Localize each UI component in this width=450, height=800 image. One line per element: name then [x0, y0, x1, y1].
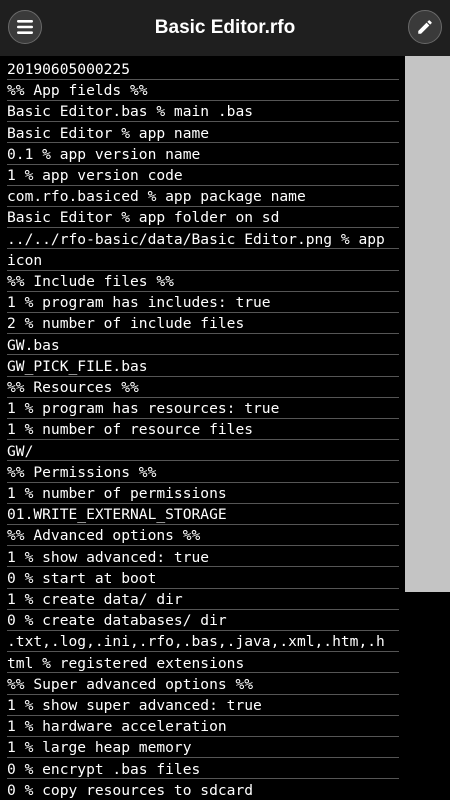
- editor-line[interactable]: .txt,.log,.ini,.rfo,.bas,.java,.xml,.htm…: [7, 631, 399, 652]
- editor-line[interactable]: Basic Editor % app folder on sd: [7, 207, 399, 228]
- hamburger-menu-icon: [17, 20, 33, 34]
- editor-line[interactable]: GW.bas: [7, 335, 399, 356]
- editor-line[interactable]: %% Advanced options %%: [7, 525, 399, 546]
- editor-line[interactable]: 1 % program has includes: true: [7, 292, 399, 313]
- editor-line[interactable]: %% Super advanced options %%: [7, 674, 399, 695]
- scrollbar-thumb[interactable]: [405, 56, 450, 592]
- editor-line[interactable]: %% Include files %%: [7, 271, 399, 292]
- editor-line[interactable]: 1 % program has resources: true: [7, 398, 399, 419]
- editor-line[interactable]: 1 % number of resource files: [7, 419, 399, 440]
- editor-line[interactable]: %% App fields %%: [7, 80, 399, 101]
- page-title: Basic Editor.rfo: [154, 17, 296, 38]
- editor-line[interactable]: 20190605000225: [7, 59, 399, 80]
- editor-line[interactable]: GW/: [7, 441, 399, 462]
- editor-line[interactable]: 1 % hardware acceleration: [7, 716, 399, 737]
- app-screen: Basic Editor.rfo 20190605000225%% App fi…: [0, 0, 450, 800]
- pencil-icon: [418, 20, 432, 34]
- editor-line[interactable]: icon: [7, 250, 399, 271]
- app-bar: Basic Editor.rfo: [0, 0, 450, 56]
- editor-line[interactable]: 1 % number of permissions: [7, 483, 399, 504]
- editor-line[interactable]: %% Permissions %%: [7, 462, 399, 483]
- editor-line[interactable]: 0.1 % app version name: [7, 144, 399, 165]
- editor-line[interactable]: 0 % create databases/ dir: [7, 610, 399, 631]
- editor-line[interactable]: 1 % large heap memory: [7, 737, 399, 758]
- editor-line[interactable]: Basic Editor.bas % main .bas: [7, 101, 399, 122]
- editor-line[interactable]: 2 % number of include files: [7, 313, 399, 334]
- editor-line[interactable]: 0 % encrypt .bas files: [7, 759, 399, 780]
- menu-button[interactable]: [8, 10, 42, 44]
- editor-line[interactable]: 0 % start at boot: [7, 568, 399, 589]
- code-editor[interactable]: 20190605000225%% App fields %% Basic Edit…: [0, 56, 404, 800]
- editor-line[interactable]: 1 % create data/ dir: [7, 589, 399, 610]
- editor-line[interactable]: 1 % show advanced: true: [7, 547, 399, 568]
- editor-line[interactable]: %% Resources %%: [7, 377, 399, 398]
- editor-line[interactable]: 1 % show super advanced: true: [7, 695, 399, 716]
- editor-line[interactable]: com.rfo.basiced % app package name: [7, 186, 399, 207]
- editor-line[interactable]: 0 % copy resources to sdcard: [7, 780, 399, 800]
- editor-line[interactable]: tml % registered extensions: [7, 653, 399, 674]
- editor-line[interactable]: 01.WRITE_EXTERNAL_STORAGE: [7, 504, 399, 525]
- editor-line[interactable]: ../../rfo-basic/data/Basic Editor.png % …: [7, 229, 399, 250]
- editor-line[interactable]: 1 % app version code: [7, 165, 399, 186]
- scrollbar[interactable]: [404, 56, 450, 800]
- editor-line[interactable]: Basic Editor % app name: [7, 123, 399, 144]
- editor-line[interactable]: GW_PICK_FILE.bas: [7, 356, 399, 377]
- edit-button[interactable]: [408, 10, 442, 44]
